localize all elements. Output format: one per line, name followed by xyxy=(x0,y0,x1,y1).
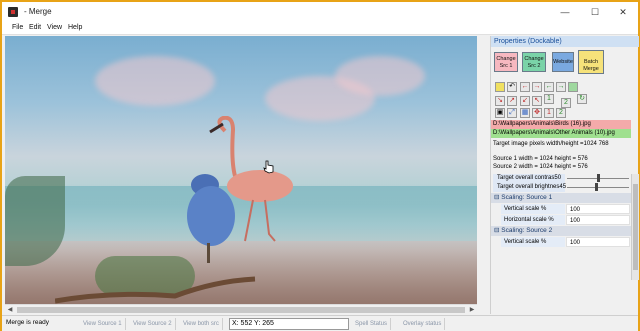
merged-image-canvas[interactable] xyxy=(5,36,477,304)
layer1-icon[interactable]: 1 xyxy=(544,108,554,118)
green-right-icon[interactable]: → xyxy=(556,82,566,92)
menu-help[interactable]: Help xyxy=(68,24,82,31)
branch-shape xyxy=(55,276,256,304)
batch-merge-button[interactable]: Batch Merge xyxy=(578,50,604,74)
green-square-icon[interactable] xyxy=(568,82,578,92)
overlay-status-button[interactable]: Overlay status xyxy=(400,318,446,330)
title-bar: - Merge — ☐ ✕ xyxy=(2,2,638,22)
swap-arrow-icon[interactable]: ↻ xyxy=(577,94,587,104)
horizontal-scale-field[interactable]: 100 xyxy=(566,215,630,225)
contrast-label: Target overall contras50 xyxy=(493,174,565,183)
corner-arrow-1-icon[interactable]: ↘ xyxy=(495,96,505,106)
spell-status-button[interactable]: Spell Status xyxy=(352,318,392,330)
properties-panel: Properties (Dockable) Change Src 1 Chang… xyxy=(490,36,639,314)
canvas-vertical-scrollbar[interactable] xyxy=(480,36,488,304)
window-title: - Merge xyxy=(24,7,52,16)
fit-icon[interactable]: ▦ xyxy=(520,108,530,118)
source1-arrow-icon[interactable]: 1 xyxy=(544,94,554,104)
contrast-slider[interactable] xyxy=(567,174,629,183)
view-source2-button[interactable]: View Source 2 xyxy=(130,318,176,330)
arrow-right-icon[interactable]: → xyxy=(532,82,542,92)
website-button[interactable]: Website xyxy=(552,52,574,72)
status-bar: Merge is ready View Source 1 View Source… xyxy=(2,315,638,331)
section-scaling-source1[interactable]: ⊟ Scaling: Source 1 xyxy=(491,193,631,203)
collapse-icon[interactable]: ⊟ xyxy=(494,227,499,234)
menu-bar: File Edit View Help xyxy=(2,22,638,35)
change-src1-button[interactable]: Change Src 1 xyxy=(494,52,518,72)
cloud-shape xyxy=(95,56,215,106)
vertical-scale-label: Vertical scale % xyxy=(501,204,565,214)
app-window: - Merge — ☐ ✕ File Edit View Help ◀ ▶ Pr… xyxy=(0,0,640,331)
undo-arrow-icon[interactable]: ↶ xyxy=(507,82,517,92)
cursor-coordinates: X: 552 Y: 265 xyxy=(229,318,349,330)
collapse-icon[interactable]: ⊟ xyxy=(494,194,499,201)
corner-arrow-2-icon[interactable]: ↗ xyxy=(507,96,517,106)
green-left-icon[interactable]: ← xyxy=(544,82,554,92)
section-title: Scaling: Source 1 xyxy=(501,194,553,201)
change-src2-button[interactable]: Change Src 2 xyxy=(522,52,546,72)
status-ready-text: Merge is ready xyxy=(6,319,49,326)
layer2-icon[interactable]: 2 xyxy=(556,108,566,118)
expand-icon[interactable]: ⤢ xyxy=(507,108,517,118)
menu-file[interactable]: File xyxy=(12,24,23,31)
view-source1-button[interactable]: View Source 1 xyxy=(80,318,126,330)
brightness-label: Target overall brightnes45 xyxy=(493,183,566,192)
section-scaling-source2[interactable]: ⊟ Scaling: Source 2 xyxy=(491,226,631,236)
properties-title: Properties (Dockable) xyxy=(491,36,639,47)
maximize-button[interactable]: ☐ xyxy=(582,5,608,19)
section-title: Scaling: Source 2 xyxy=(501,227,553,234)
brightness-slider-knob[interactable] xyxy=(595,183,598,191)
properties-scroll-thumb[interactable] xyxy=(633,184,638,270)
view-both-button[interactable]: View both src xyxy=(180,318,223,330)
move-icon[interactable]: ✥ xyxy=(532,108,542,118)
source1-size-text: Source 1 width = 1024 height = 576 xyxy=(493,156,588,162)
source2-arrow-icon[interactable]: 2 xyxy=(561,98,571,108)
scroll-left-icon[interactable]: ◀ xyxy=(5,305,15,315)
arrow-left-icon[interactable]: ← xyxy=(520,82,530,92)
vertical-scale-field[interactable]: 100 xyxy=(566,237,630,247)
vertical-scale-field[interactable]: 100 xyxy=(566,204,630,214)
horizontal-scale-label: Horizontal scale % xyxy=(501,215,565,225)
close-button[interactable]: ✕ xyxy=(610,5,636,19)
source2-path: D:\Wallpapers\Animals\Other Animals (10)… xyxy=(491,129,631,138)
scroll-thumb[interactable] xyxy=(17,307,465,313)
menu-edit[interactable]: Edit xyxy=(29,24,41,31)
scroll-right-icon[interactable]: ▶ xyxy=(467,305,477,315)
cloud-shape xyxy=(335,56,425,96)
frame-icon[interactable]: ▣ xyxy=(495,108,505,118)
yellow-star-icon[interactable] xyxy=(495,82,505,92)
brightness-slider[interactable] xyxy=(567,183,629,192)
source2-size-text: Source 2 width = 1024 height = 576 xyxy=(493,164,588,170)
properties-scrollbar[interactable] xyxy=(631,174,639,280)
minimize-button[interactable]: — xyxy=(552,5,578,19)
source1-path: D:\Wallpapers\Animals\Birds (16).jpg xyxy=(491,120,631,129)
app-icon xyxy=(8,7,18,17)
contrast-slider-knob[interactable] xyxy=(597,174,600,182)
canvas-horizontal-scrollbar[interactable]: ◀ ▶ xyxy=(5,304,477,314)
vertical-scale-label: Vertical scale % xyxy=(501,237,565,247)
corner-arrow-4-icon[interactable]: ↖ xyxy=(532,96,542,106)
hand-cursor-icon xyxy=(263,160,274,174)
target-size-text: Target image pixels width/height =1024 7… xyxy=(493,141,609,147)
slider-track xyxy=(567,187,629,188)
corner-arrow-3-icon[interactable]: ↙ xyxy=(520,96,530,106)
menu-view[interactable]: View xyxy=(47,24,62,31)
